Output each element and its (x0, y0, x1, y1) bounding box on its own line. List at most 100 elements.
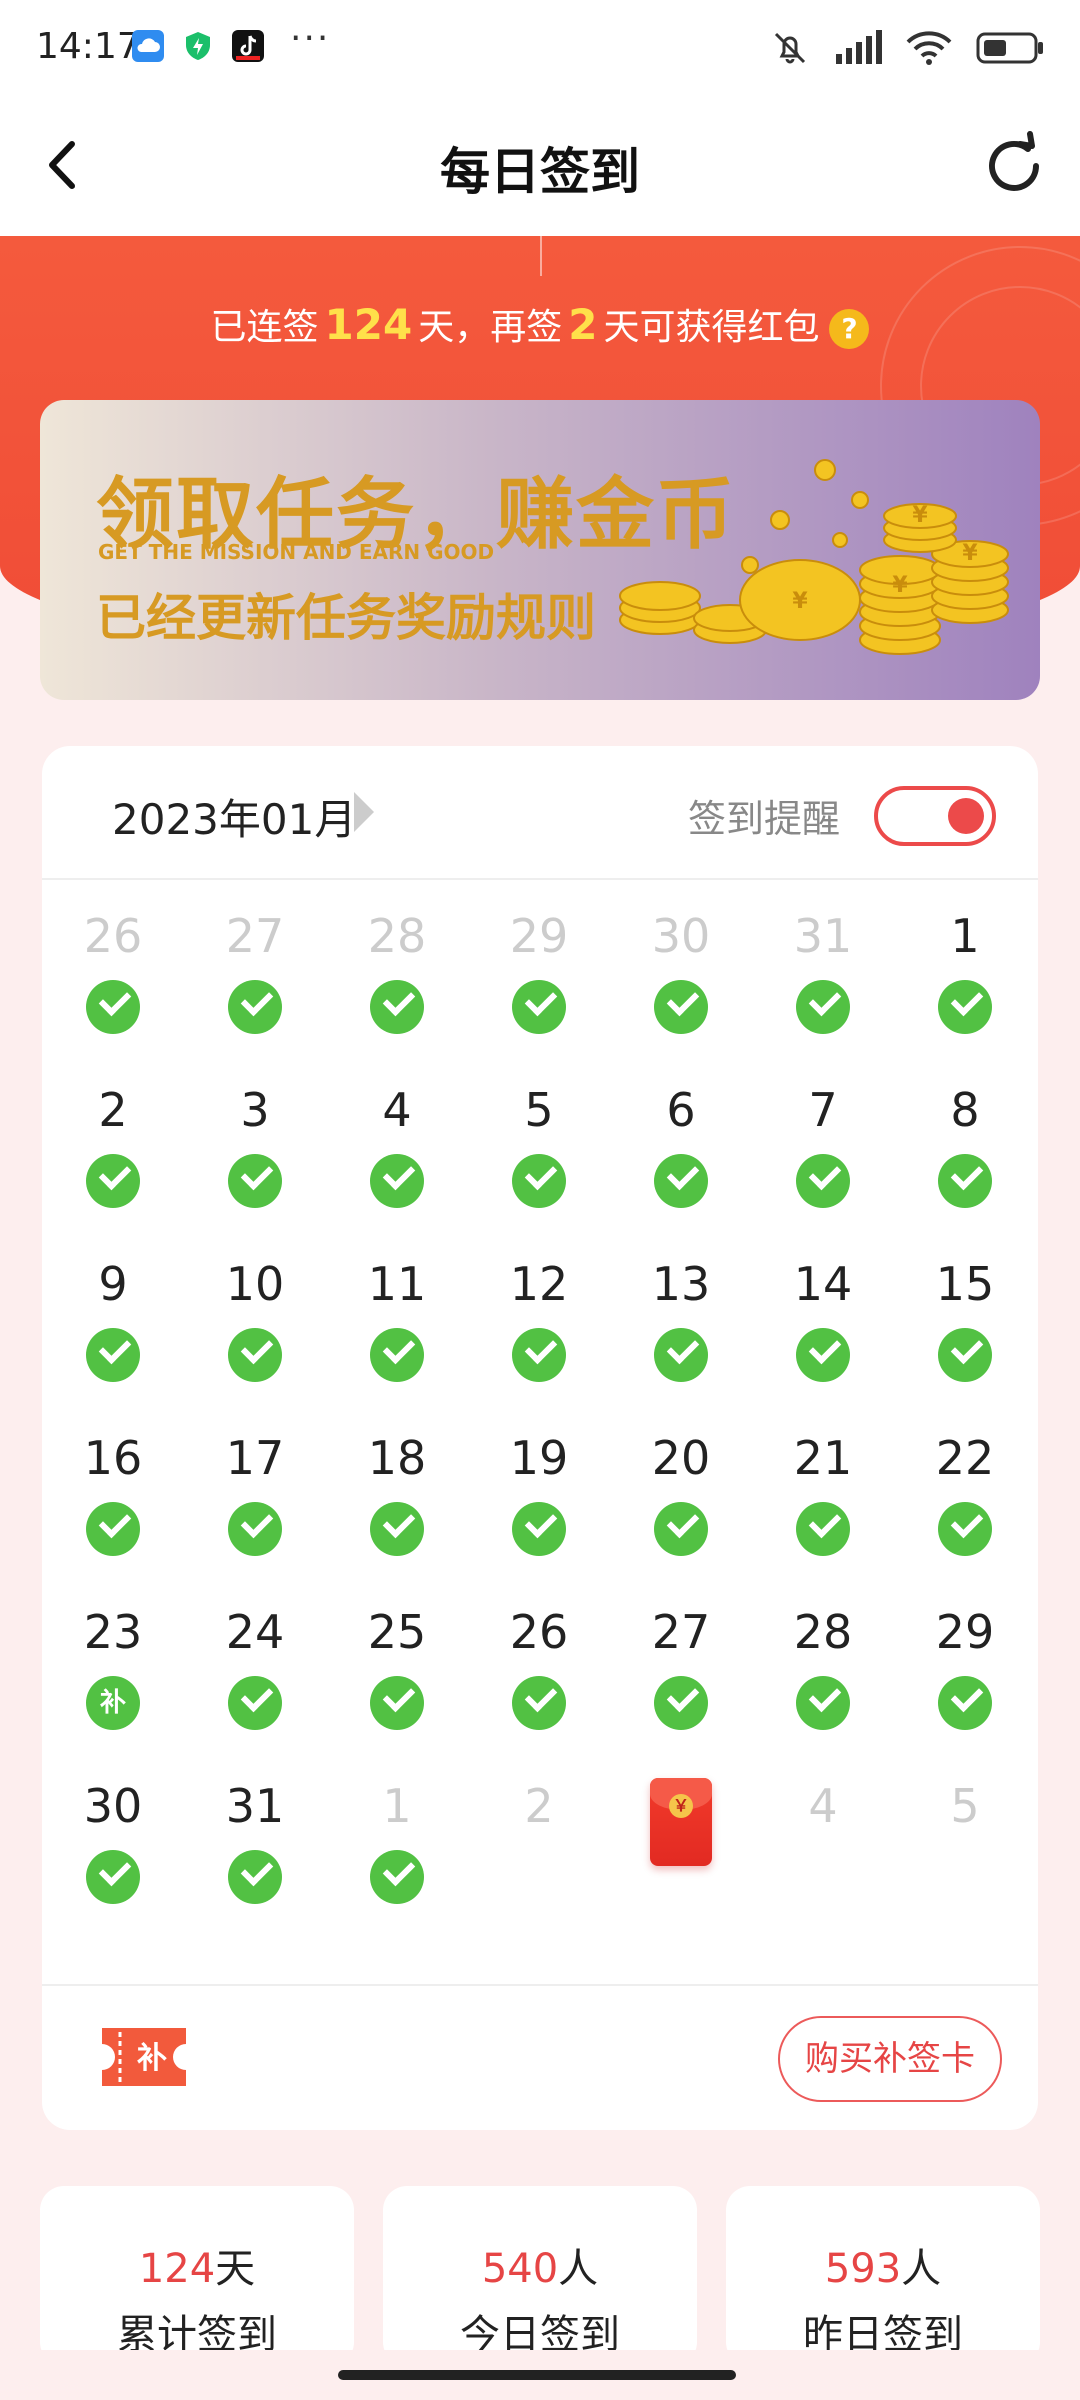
calendar-day[interactable]: 26 (42, 906, 184, 1066)
reminder-toggle[interactable] (874, 786, 996, 846)
refresh-button[interactable] (974, 126, 1054, 206)
stat-number: 593 (824, 2246, 902, 2292)
banner-subtitle: GET THE MISSION AND EARN GOOD (98, 540, 495, 564)
calendar-day[interactable]: 9 (42, 1254, 184, 1414)
check-icon (86, 1328, 140, 1382)
calendar-day[interactable]: 29 (468, 906, 610, 1066)
red-envelope-icon[interactable]: ￥ (650, 1778, 712, 1866)
check-icon (228, 1154, 282, 1208)
svg-text:¥: ¥ (792, 589, 808, 614)
calendar-day-number: 28 (793, 1605, 853, 1659)
calendar-day[interactable]: 18 (326, 1428, 468, 1588)
stat-unit: 人 (901, 2246, 942, 2292)
svg-text:¥: ¥ (962, 541, 978, 566)
status-bar: 14:17 ··· (0, 0, 1080, 96)
makeup-card-text: 补 (137, 2041, 167, 2076)
calendar-day[interactable]: 8 (894, 1080, 1036, 1240)
calendar-day[interactable]: 5 (468, 1080, 610, 1240)
calendar-day-number: 28 (367, 909, 427, 963)
check-icon (938, 1676, 992, 1730)
calendar-day[interactable]: 15 (894, 1254, 1036, 1414)
calendar-day-number: 25 (367, 1605, 427, 1659)
more-indicator: ··· (290, 18, 331, 59)
calendar-day[interactable]: 6 (610, 1080, 752, 1240)
calendar-day[interactable]: 12 (468, 1254, 610, 1414)
calendar-day[interactable]: 22 (894, 1428, 1036, 1588)
calendar-day-number: 5 (524, 1083, 554, 1137)
calendar-day[interactable]: 7 (752, 1080, 894, 1240)
streak-prefix: 已连签 (210, 307, 319, 348)
calendar-day-number: 2 (98, 1083, 128, 1137)
calendar-day-number: 18 (367, 1431, 427, 1485)
check-icon (938, 1502, 992, 1556)
calendar-day[interactable]: 1 (326, 1776, 468, 1936)
calendar-day-number: 12 (509, 1257, 569, 1311)
calendar-day[interactable]: 1 (894, 906, 1036, 1066)
streak-days: 124 (324, 300, 413, 349)
calendar-day[interactable]: 17 (184, 1428, 326, 1588)
calendar-day[interactable]: 25 (326, 1602, 468, 1762)
calendar-day[interactable]: ￥ (610, 1776, 752, 1936)
calendar-day[interactable]: 21 (752, 1428, 894, 1588)
calendar-day[interactable]: 28 (326, 906, 468, 1066)
calendar-day[interactable]: 30 (42, 1776, 184, 1936)
calendar-day[interactable]: 4 (326, 1080, 468, 1240)
help-icon[interactable]: ? (829, 309, 870, 349)
check-icon (86, 1502, 140, 1556)
next-month-icon[interactable] (354, 792, 374, 832)
calendar-day-number: 29 (935, 1605, 995, 1659)
calendar-day[interactable]: 16 (42, 1428, 184, 1588)
calendar-day-number: 21 (793, 1431, 853, 1485)
mission-banner[interactable]: 领取任务，赚金币 GET THE MISSION AND EARN GOOD 已… (40, 400, 1040, 700)
calendar-day[interactable]: 5 (894, 1776, 1036, 1936)
calendar-day-number: 27 (651, 1605, 711, 1659)
signal-icon (834, 30, 882, 70)
stat-card-yesterday: 593人 昨日签到 (726, 2186, 1040, 2366)
stat-value: 124天 (40, 2236, 354, 2294)
stat-value: 540人 (383, 2236, 697, 2294)
buy-makeup-card-button[interactable]: 购买补签卡 (778, 2016, 1002, 2102)
home-indicator[interactable] (338, 2370, 736, 2380)
check-icon (370, 1328, 424, 1382)
stat-number: 124 (138, 2246, 216, 2292)
calendar-day[interactable]: 13 (610, 1254, 752, 1414)
calendar-day[interactable]: 30 (610, 906, 752, 1066)
check-icon (938, 1154, 992, 1208)
month-label[interactable]: 2023年01月 (112, 786, 356, 847)
calendar-day[interactable]: 11 (326, 1254, 468, 1414)
check-icon (370, 980, 424, 1034)
calendar-day[interactable]: 29 (894, 1602, 1036, 1762)
check-icon (512, 980, 566, 1034)
calendar-day[interactable]: 2 (42, 1080, 184, 1240)
calendar-day-number: 26 (509, 1605, 569, 1659)
calendar-day[interactable]: 19 (468, 1428, 610, 1588)
calendar-day[interactable]: 31 (184, 1776, 326, 1936)
calendar-day-number: 23 (83, 1605, 143, 1659)
calendar-day-number: 17 (225, 1431, 285, 1485)
page-header: 每日签到 (0, 96, 1080, 236)
check-icon (796, 1502, 850, 1556)
red-envelope-seal: ￥ (669, 1794, 693, 1818)
calendar-day-number: 24 (225, 1605, 285, 1659)
check-icon (654, 1502, 708, 1556)
calendar-day[interactable]: 14 (752, 1254, 894, 1414)
calendar-day[interactable]: 20 (610, 1428, 752, 1588)
check-icon (796, 1154, 850, 1208)
stats-row: 124天 累计签到 540人 今日签到 593人 昨日签到 (40, 2186, 1040, 2366)
check-icon (86, 980, 140, 1034)
calendar-day[interactable]: 31 (752, 906, 894, 1066)
calendar-day[interactable]: 27 (184, 906, 326, 1066)
calendar-day-number: 5 (950, 1779, 980, 1833)
calendar-day[interactable]: 3 (184, 1080, 326, 1240)
calendar-day[interactable]: 27 (610, 1602, 752, 1762)
calendar-day[interactable]: 2 (468, 1776, 610, 1936)
calendar-day[interactable]: 4 (752, 1776, 894, 1936)
calendar-day[interactable]: 10 (184, 1254, 326, 1414)
check-icon (654, 980, 708, 1034)
check-icon (370, 1850, 424, 1904)
calendar-day[interactable]: 26 (468, 1602, 610, 1762)
toggle-knob (948, 798, 984, 834)
calendar-day[interactable]: 24 (184, 1602, 326, 1762)
calendar-day[interactable]: 28 (752, 1602, 894, 1762)
calendar-day[interactable]: 23 补 (42, 1602, 184, 1762)
